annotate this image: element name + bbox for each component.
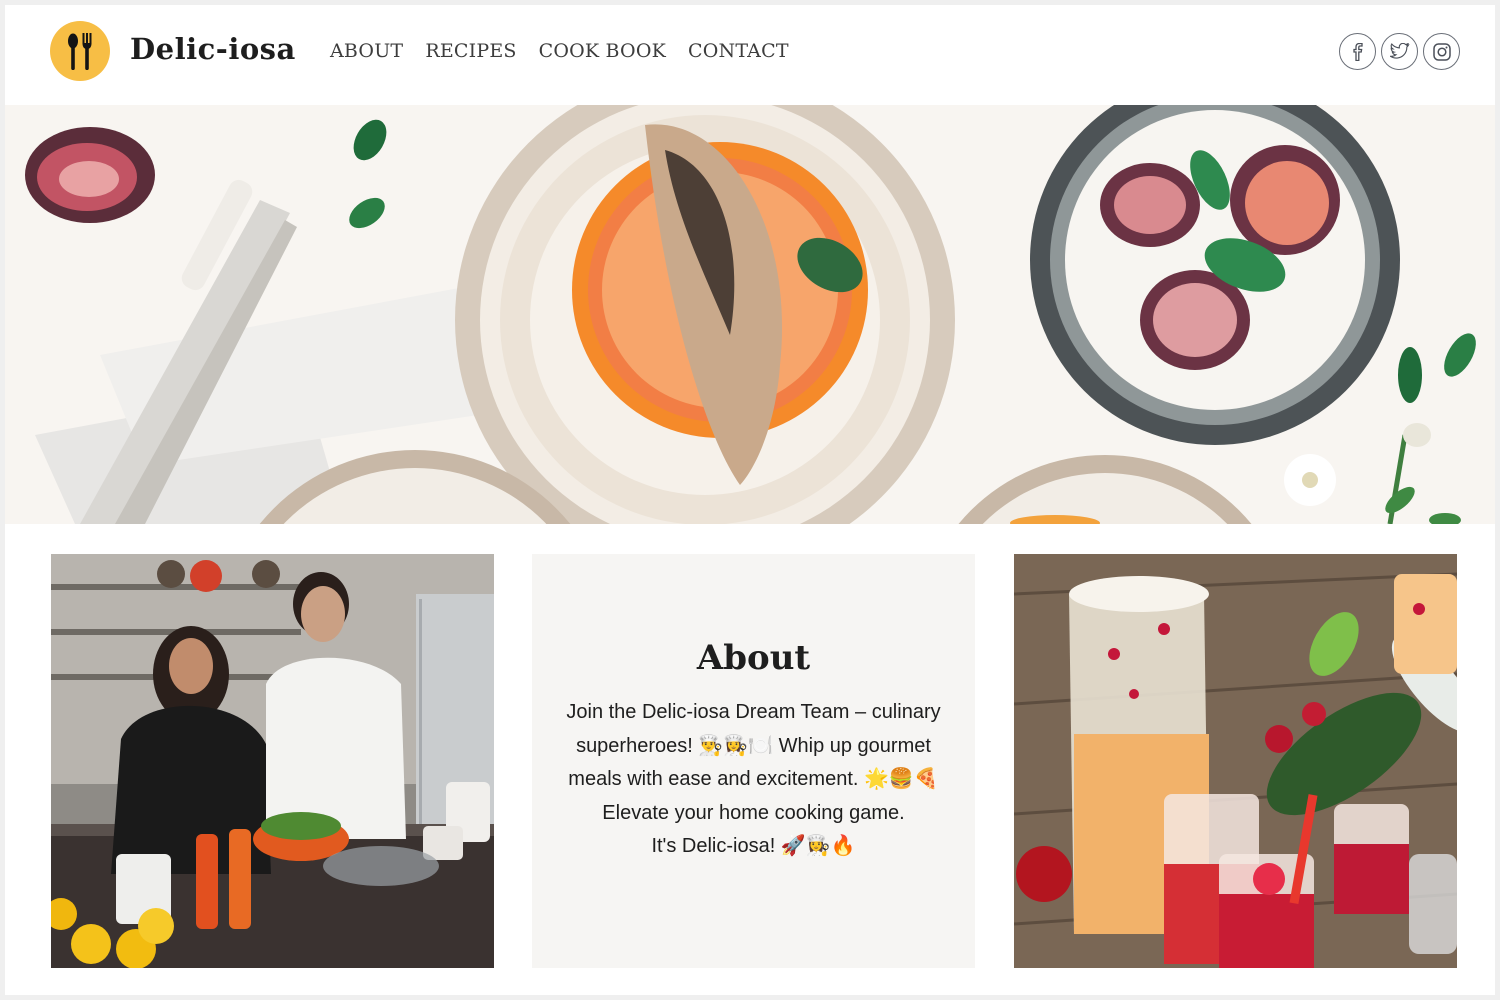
about-card: About Join the Delic-iosa Dream Team – c… bbox=[532, 554, 975, 968]
nav-item-cook-book[interactable]: COOK BOOK bbox=[539, 40, 666, 62]
nav-item-recipes[interactable]: RECIPES bbox=[425, 40, 516, 62]
logo-icon[interactable] bbox=[50, 21, 110, 81]
social-links bbox=[1339, 33, 1460, 70]
twitter-icon[interactable] bbox=[1381, 33, 1418, 70]
page-frame: Delic-iosa ABOUT RECIPES COOK BOOK CONTA… bbox=[5, 5, 1495, 995]
hero-food-image bbox=[5, 105, 1495, 524]
main-nav: ABOUT RECIPES COOK BOOK CONTACT bbox=[330, 40, 789, 62]
facebook-icon[interactable] bbox=[1339, 33, 1376, 70]
about-text: Join the Delic-iosa Dream Team – culinar… bbox=[566, 701, 941, 857]
nav-item-about[interactable]: ABOUT bbox=[330, 40, 403, 62]
about-title: About bbox=[696, 638, 811, 678]
kitchen-photo bbox=[51, 554, 494, 968]
site-header: Delic-iosa ABOUT RECIPES COOK BOOK CONTA… bbox=[5, 5, 1495, 105]
instagram-icon[interactable] bbox=[1423, 33, 1460, 70]
nav-item-contact[interactable]: CONTACT bbox=[688, 40, 789, 62]
brand-name[interactable]: Delic-iosa bbox=[130, 32, 296, 66]
drinks-photo bbox=[1014, 554, 1457, 968]
